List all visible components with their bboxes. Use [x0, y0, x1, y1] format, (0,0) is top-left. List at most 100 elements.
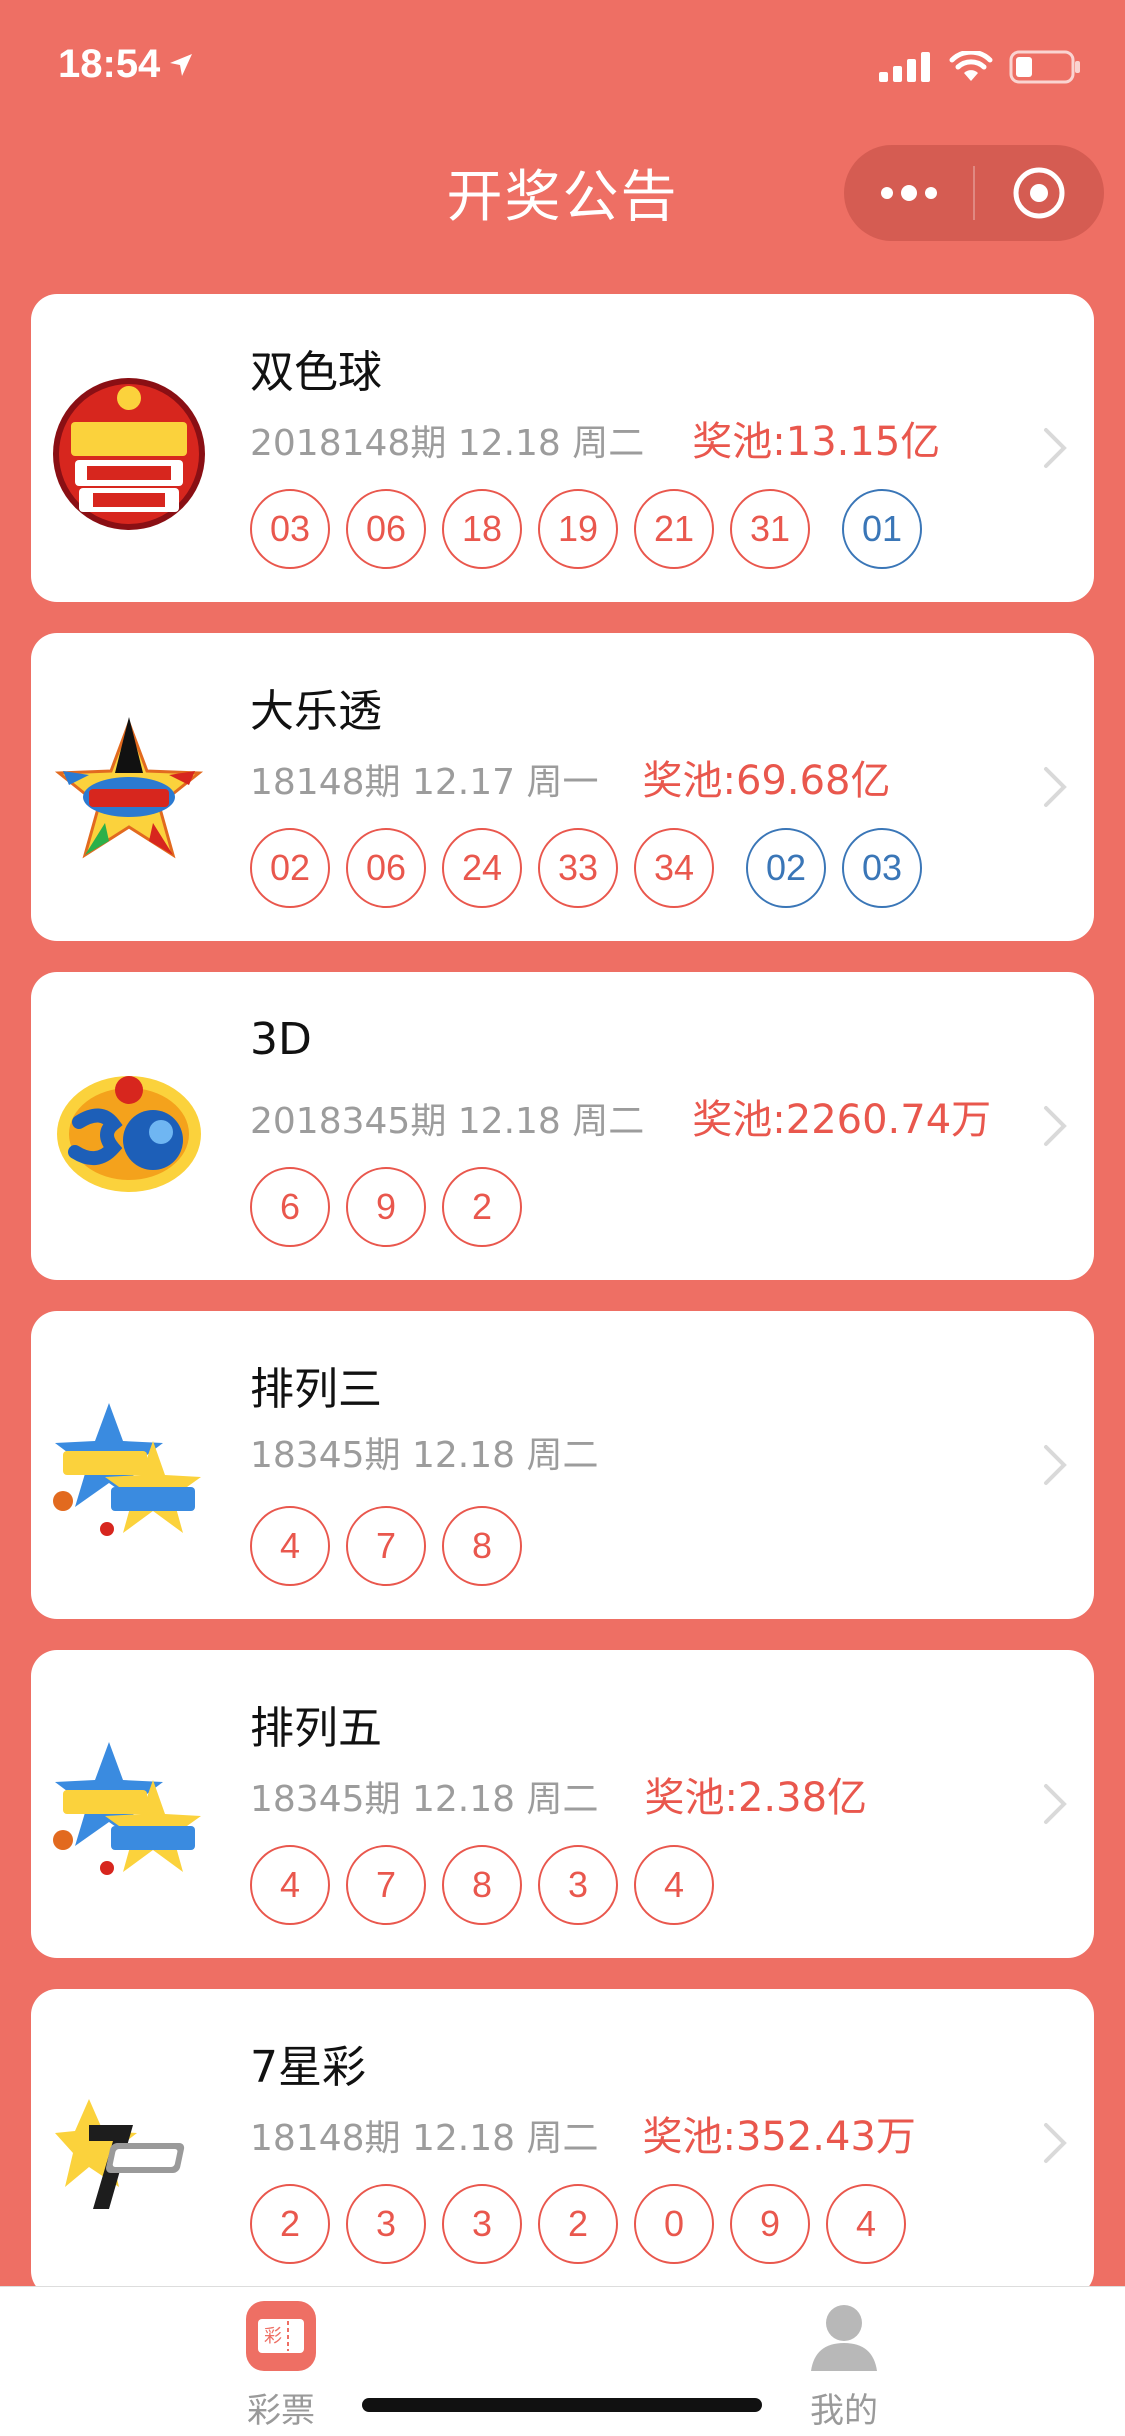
red-ball: 2 [442, 1167, 522, 1247]
red-ball: 4 [250, 1845, 330, 1925]
cellular-signal-icon [879, 52, 930, 82]
blue-ball: 03 [842, 828, 922, 908]
red-ball: 8 [442, 1845, 522, 1925]
location-arrow-icon [170, 53, 193, 76]
red-ball: 06 [346, 828, 426, 908]
jackpot-pool: 奖池:2.38亿 [644, 1775, 868, 1821]
miniprogram-capsule [844, 145, 1104, 241]
issue-info: 18345期 12.18 周二 [250, 1435, 599, 1476]
tab-bar: 彩 彩票 我的 [0, 2286, 1125, 2436]
chevron-right-icon [1044, 428, 1067, 468]
jackpot-pool: 奖池:69.68亿 [642, 758, 891, 804]
close-button[interactable] [975, 145, 1104, 241]
red-ball: 4 [826, 2184, 906, 2264]
lottery-card-shuangseqiu[interactable]: 双色球 2018148期 12.18 周二 奖池:13.15亿 03 06 18… [31, 294, 1094, 602]
winning-numbers: 2 3 3 2 0 9 4 [250, 2184, 922, 2264]
red-ball: 2 [250, 2184, 330, 2264]
chevron-right-icon [1044, 1106, 1067, 1146]
lottery-name: 双色球 [250, 347, 382, 398]
issue-info: 18345期 12.18 周二 [250, 1779, 599, 1820]
wifi-icon [949, 51, 993, 81]
lottery-meta: 18148期 12.18 周二 奖池:352.43万 [250, 2104, 916, 2162]
red-ball: 7 [346, 1845, 426, 1925]
winning-numbers: 02 06 24 33 34 02 03 [250, 828, 938, 908]
red-ball: 4 [250, 1506, 330, 1586]
lottery-card-pailie5[interactable]: 排列五 18345期 12.18 周二 奖池:2.38亿 4 7 8 3 4 [31, 1650, 1094, 1958]
jackpot-pool: 奖池:352.43万 [642, 2114, 916, 2160]
more-dots-icon [880, 185, 937, 201]
lottery-meta: 2018148期 12.18 周二 奖池:13.15亿 [250, 409, 940, 467]
issue-info: 18148期 12.17 周一 [250, 762, 599, 803]
status-time: 18:54 [58, 42, 161, 86]
lottery-meta: 18345期 12.18 周二 [250, 1426, 598, 1478]
lottery-card-7xingcai[interactable]: 7星彩 18148期 12.18 周二 奖池:352.43万 2 3 3 2 0… [31, 1989, 1094, 2297]
red-ball: 3 [442, 2184, 522, 2264]
red-ball: 2 [538, 2184, 618, 2264]
home-indicator [362, 2398, 762, 2412]
lottery-card-daletou[interactable]: 大乐透 18148期 12.17 周一 奖池:69.68亿 02 06 24 3… [31, 633, 1094, 941]
red-ball: 9 [346, 1167, 426, 1247]
red-ball: 18 [442, 489, 522, 569]
status-indicators [879, 50, 1081, 84]
tab-mine[interactable]: 我的 [764, 2299, 924, 2432]
issue-info: 2018148期 12.18 周二 [250, 423, 645, 464]
tab-lottery[interactable]: 彩 彩票 [201, 2299, 361, 2432]
lottery-tab-icon-char: 彩 [264, 2326, 282, 2347]
3d-logo [57, 1076, 201, 1192]
lottery-name: 排列三 [250, 1364, 382, 1415]
lottery-list: 双色球 2018148期 12.18 周二 奖池:13.15亿 03 06 18… [31, 294, 1094, 2328]
issue-info: 18148期 12.18 周二 [250, 2118, 599, 2159]
lottery-card-3d[interactable]: 3D 2018345期 12.18 周二 奖池:2260.74万 6 9 2 [31, 972, 1094, 1280]
lottery-meta: 18148期 12.17 周一 奖池:69.68亿 [250, 748, 890, 806]
red-ball: 33 [538, 828, 618, 908]
chevron-right-icon [1044, 1445, 1067, 1485]
lottery-meta: 2018345期 12.18 周二 奖池:2260.74万 [250, 1087, 991, 1145]
blue-ball: 02 [746, 828, 826, 908]
tab-label: 彩票 [247, 2391, 315, 2431]
issue-info: 2018345期 12.18 周二 [250, 1101, 645, 1142]
red-ball: 03 [250, 489, 330, 569]
red-ball: 7 [346, 1506, 426, 1586]
blue-ball: 01 [842, 489, 922, 569]
red-ball: 24 [442, 828, 522, 908]
red-ball: 21 [634, 489, 714, 569]
lottery-tab-icon: 彩 [246, 2301, 316, 2371]
chevron-right-icon [1044, 1784, 1067, 1824]
more-button[interactable] [844, 145, 973, 241]
status-time-group: 18:54 [58, 42, 196, 87]
jackpot-pool: 奖池:13.15亿 [692, 419, 941, 465]
pailie-logo [53, 1403, 201, 1536]
red-ball: 9 [730, 2184, 810, 2264]
red-ball: 8 [442, 1506, 522, 1586]
red-ball: 06 [346, 489, 426, 569]
red-ball: 19 [538, 489, 618, 569]
winning-numbers: 4 7 8 [250, 1506, 538, 1586]
winning-numbers: 6 9 2 [250, 1167, 538, 1247]
jackpot-pool: 奖池:2260.74万 [692, 1097, 992, 1143]
red-ball: 31 [730, 489, 810, 569]
winning-numbers: 4 7 8 3 4 [250, 1845, 730, 1925]
red-ball: 34 [634, 828, 714, 908]
red-ball: 3 [538, 1845, 618, 1925]
pailie-logo [53, 1742, 201, 1875]
lottery-name: 3D [250, 1014, 312, 1065]
lottery-card-pailie3[interactable]: 排列三 18345期 12.18 周二 4 7 8 [31, 1311, 1094, 1619]
status-bar: 18:54 [0, 0, 1125, 140]
lottery-name: 7星彩 [250, 2042, 366, 2093]
winning-numbers: 03 06 18 19 21 31 01 [250, 489, 938, 569]
red-ball: 6 [250, 1167, 330, 1247]
lottery-meta: 18345期 12.18 周二 奖池:2.38亿 [250, 1765, 867, 1823]
chevron-right-icon [1044, 2123, 1067, 2163]
red-ball: 4 [634, 1845, 714, 1925]
lottery-name: 排列五 [250, 1703, 382, 1754]
7xingcai-logo [55, 2099, 185, 2209]
target-close-icon [1013, 167, 1065, 219]
daletou-logo [54, 717, 204, 859]
tab-label: 我的 [810, 2391, 878, 2431]
chevron-right-icon [1044, 767, 1067, 807]
red-ball: 0 [634, 2184, 714, 2264]
lottery-name: 大乐透 [250, 686, 382, 737]
red-ball: 02 [250, 828, 330, 908]
union-lotto-logo [53, 378, 205, 530]
red-ball: 3 [346, 2184, 426, 2264]
